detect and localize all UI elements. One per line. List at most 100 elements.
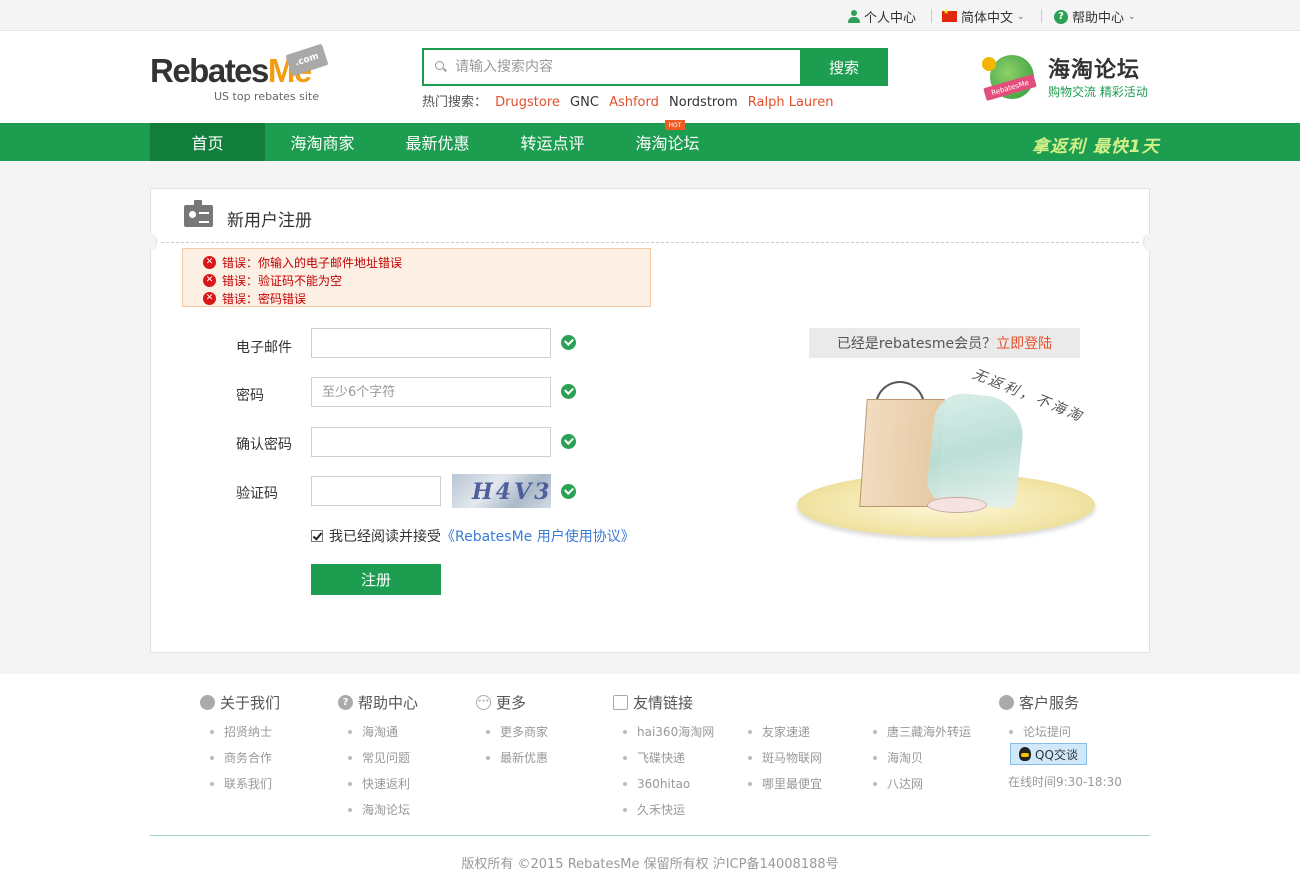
footer-heading: 客户服务 — [1019, 693, 1080, 712]
friend-link[interactable]: 飞碟快递 — [613, 745, 714, 771]
cart-icon — [982, 57, 996, 71]
error-message: ✕ 错误：密码错误 — [203, 289, 650, 307]
hot-search-label: 热门搜索： — [422, 95, 488, 110]
captcha-label: 验证码 — [236, 486, 278, 502]
chevron-down-icon: ⌄ — [1128, 11, 1136, 22]
nav-forwarding-reviews[interactable]: 转运点评 — [495, 123, 610, 161]
divider — [1041, 9, 1042, 23]
error-message: ✕ 错误：你输入的电子邮件地址错误 — [203, 253, 650, 271]
footer-link[interactable]: 商务合作 — [200, 745, 280, 771]
external-link-icon — [613, 694, 628, 710]
footer-link[interactable]: 海淘论坛 — [338, 797, 418, 823]
footer-link[interactable]: 联系我们 — [200, 771, 280, 797]
nav-deals[interactable]: 最新优惠 — [380, 123, 495, 161]
search-button[interactable]: 搜索 — [800, 48, 888, 86]
hot-term-link[interactable]: GNC — [570, 95, 599, 110]
footer-heading: 友情链接 — [633, 693, 694, 712]
footer-more: ··· 更多 更多商家 最新优惠 — [476, 692, 548, 771]
hot-term-link[interactable]: Drugstore — [495, 95, 560, 110]
footer-heading: 关于我们 — [220, 693, 281, 712]
header: RebatesMe .com US top rebates site 搜索 热门… — [0, 31, 1300, 123]
hot-term-link[interactable]: Ashford — [609, 95, 659, 110]
footer-friend-links-col3: 唐三藏海外转运 海淘贝 八达网 — [863, 719, 971, 797]
footer-link[interactable]: 海淘通 — [338, 719, 418, 745]
error-icon: ✕ — [203, 291, 216, 305]
password-field[interactable] — [311, 377, 551, 407]
top-bar: 个人中心 简体中文 ⌄ ? 帮助中心 ⌄ — [0, 0, 1300, 31]
footer-friend-links-col2: 友家速递 斑马物联网 哪里最便宜 — [738, 719, 822, 797]
main-nav: 首页 海淘商家 最新优惠 转运点评 海淘论坛 HOT 拿返利 最快1天 — [0, 120, 1300, 161]
question-icon: ? — [338, 694, 353, 710]
forum-title: 海淘论坛 — [1048, 58, 1141, 83]
footer-link[interactable]: 快速返利 — [338, 771, 418, 797]
globe-logo-icon: RebatesMe — [980, 51, 1042, 107]
nav-merchants[interactable]: 海淘商家 — [265, 123, 380, 161]
chevron-down-icon: ⌄ — [1017, 11, 1025, 22]
nav-slogan: 拿返利 最快1天 — [1032, 137, 1160, 157]
divider — [150, 835, 1150, 836]
logo-tagline: US top rebates site — [214, 90, 319, 103]
login-link[interactable]: 立即登陆 — [996, 333, 1052, 353]
friend-link[interactable]: 斑马物联网 — [738, 745, 822, 771]
email-field[interactable] — [311, 328, 551, 358]
id-card-icon — [184, 205, 213, 227]
register-button[interactable]: 注册 — [311, 564, 441, 595]
search-input[interactable] — [455, 59, 785, 75]
error-icon: ✕ — [203, 273, 216, 287]
footer-link[interactable]: 招贤纳士 — [200, 719, 280, 745]
terms-label: 我已经阅读并接受 — [329, 529, 441, 545]
service-hours: 在线时间9:30-18:30 — [1008, 775, 1122, 789]
footer-link[interactable]: 更多商家 — [476, 719, 548, 745]
error-icon: ✕ — [203, 255, 216, 269]
qq-icon — [1019, 747, 1032, 761]
footer-link[interactable]: 论坛提问 — [999, 719, 1079, 745]
friend-link[interactable]: 八达网 — [863, 771, 971, 797]
rebatesme-logo[interactable]: RebatesMe .com US top rebates site — [150, 43, 330, 103]
friend-link[interactable]: 360hitao — [613, 771, 714, 797]
help-icon: ? — [1054, 9, 1068, 24]
check-icon — [561, 384, 576, 399]
error-message: ✕ 错误：验证码不能为空 — [203, 271, 650, 289]
terms-checkbox[interactable] — [311, 530, 323, 542]
confirm-password-field[interactable] — [311, 427, 551, 457]
footer-link[interactable]: 最新优惠 — [476, 745, 548, 771]
friend-link[interactable]: 唐三藏海外转运 — [863, 719, 971, 745]
help-center-menu[interactable]: ? 帮助中心 ⌄ — [1054, 7, 1136, 26]
footer: 关于我们 招贤纳士 商务合作 联系我们 ? 帮助中心 海淘通 常见问题 快速返利 … — [0, 674, 1300, 883]
friend-link[interactable]: 海淘贝 — [863, 745, 971, 771]
friend-link[interactable]: 久禾快运 — [613, 797, 714, 823]
terms-link[interactable]: 《RebatesMe 用户使用协议》 — [441, 526, 635, 546]
language-selector[interactable]: 简体中文 ⌄ — [942, 7, 1025, 26]
friend-link[interactable]: 友家速递 — [738, 719, 822, 745]
friend-link[interactable]: hai360海淘网 — [613, 719, 714, 745]
captcha-field[interactable] — [311, 476, 441, 506]
forum-promo[interactable]: RebatesMe 海淘论坛 购物交流 精彩活动 — [980, 49, 1150, 109]
hot-searches: 热门搜索： Drugstore GNC Ashford Nordstrom Ra… — [422, 91, 839, 110]
error-messages: ✕ 错误：你输入的电子邮件地址错误 ✕ 错误：验证码不能为空 ✕ 错误：密码错误 — [182, 248, 651, 307]
copyright: 版权所有 ©2015 RebatesMe 保留所有权 沪ICP备14008188… — [461, 857, 839, 872]
password-label: 密码 — [236, 388, 264, 404]
footer-friend-links: 友情链接 hai360海淘网 飞碟快递 360hitao 久禾快运 — [613, 692, 714, 823]
personal-center-link[interactable]: 个人中心 — [848, 7, 916, 26]
confirm-password-label: 确认密码 — [236, 437, 292, 453]
personal-center-label: 个人中心 — [864, 11, 917, 26]
friend-link[interactable]: 哪里最便宜 — [738, 771, 822, 797]
terms-agreement: 我已经阅读并接受 《RebatesMe 用户使用协议》 — [311, 526, 635, 546]
member-prompt-text: 已经是rebatesme会员？ — [836, 336, 997, 352]
check-icon — [561, 434, 576, 449]
person-icon — [848, 10, 860, 23]
captcha-image[interactable]: H4V3 — [452, 474, 551, 508]
china-flag-icon — [942, 8, 957, 22]
footer-service: 客户服务 论坛提问 — [999, 692, 1079, 745]
hot-term-link[interactable]: Ralph Lauren — [748, 95, 834, 110]
footer-link[interactable]: 常见问题 — [338, 745, 418, 771]
more-dots-icon: ··· — [476, 694, 491, 710]
hot-term-link[interactable]: Nordstrom — [669, 95, 738, 110]
divider — [161, 242, 1139, 243]
check-icon — [561, 484, 576, 499]
nav-home[interactable]: 首页 — [150, 123, 265, 161]
panel-header: 新用户注册 — [151, 189, 1149, 243]
qq-chat-button[interactable]: QQ交谈 — [1010, 743, 1087, 765]
search-icon — [435, 61, 447, 73]
forum-subtitle: 购物交流 精彩活动 — [1048, 85, 1148, 99]
